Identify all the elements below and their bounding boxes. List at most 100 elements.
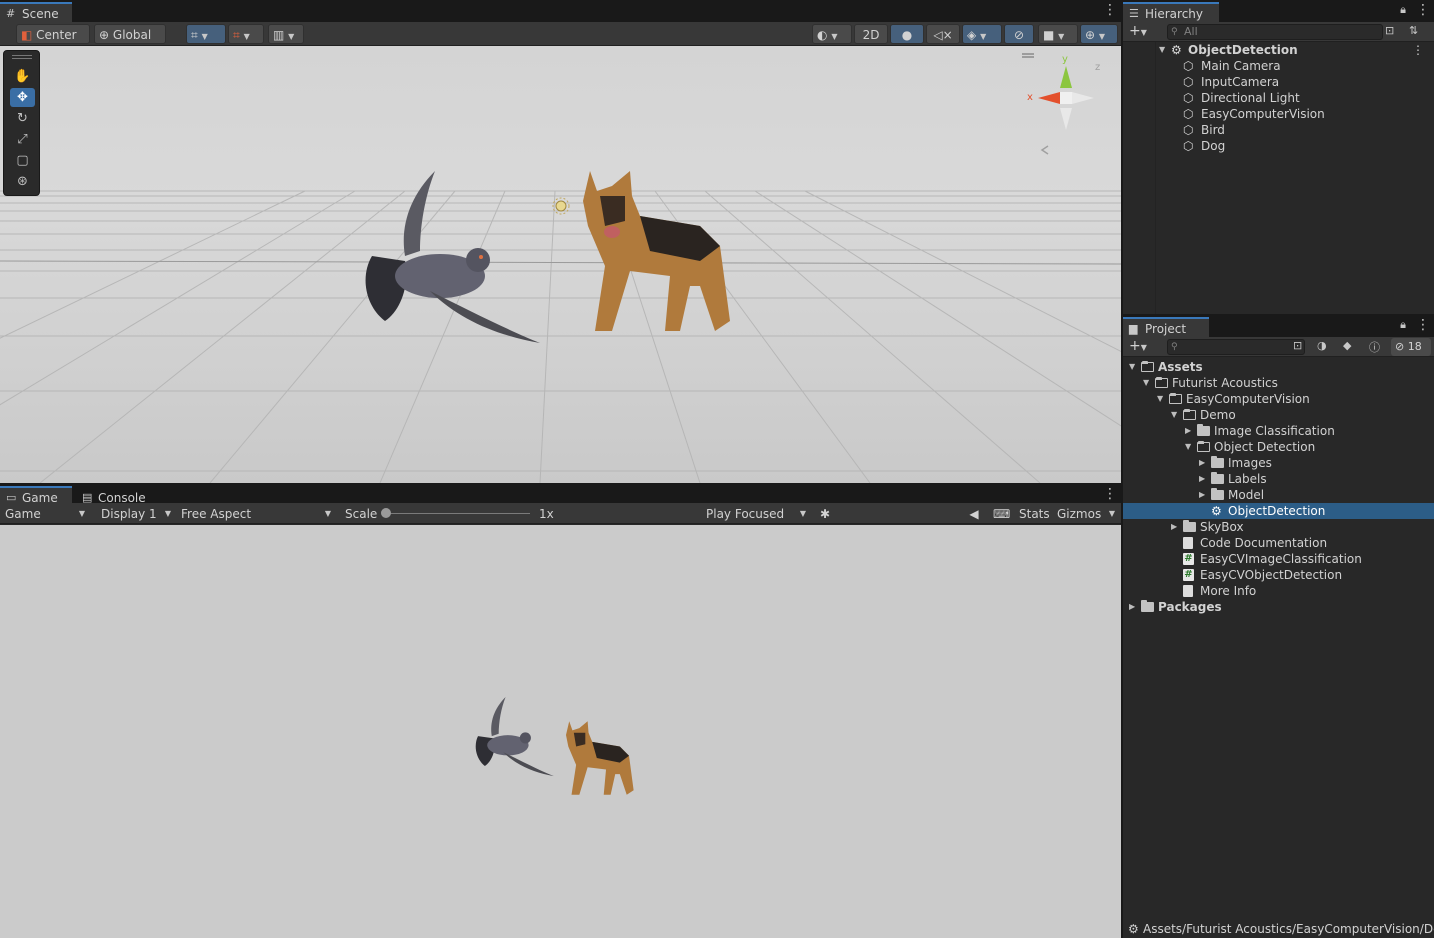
sort-button[interactable]: ⇅	[1409, 24, 1425, 40]
expanded-arrow-icon[interactable]: ▼	[1171, 407, 1181, 423]
project-item[interactable]: # EasyCVObjectDetection	[1123, 567, 1434, 583]
create-add-button[interactable]: +▼	[1129, 23, 1147, 39]
expand-arrow-icon[interactable]: ▼	[1159, 42, 1165, 58]
audio-toggle[interactable]: ◁×	[926, 24, 960, 44]
tab-hierarchy[interactable]: ☰ Hierarchy	[1123, 2, 1219, 22]
project-search-input[interactable]: ⚲	[1167, 339, 1305, 355]
hidden-packages-toggle[interactable]: ⊘ 18	[1391, 338, 1431, 356]
project-item[interactable]: ▶ SkyBox	[1123, 519, 1434, 535]
aspect-dropdown[interactable]: Free Aspect ▼	[176, 503, 336, 523]
project-item[interactable]: # EasyCVImageClassification	[1123, 551, 1434, 567]
gizmos-dropdown[interactable]: ⊕ ▼	[1080, 24, 1118, 44]
search-save-button[interactable]: ⊡	[1293, 339, 1309, 352]
hierarchy-search-input[interactable]: ⚲ All	[1167, 24, 1383, 40]
filter-by-type-button[interactable]: ◑	[1317, 339, 1333, 352]
expanded-arrow-icon[interactable]: ▼	[1129, 359, 1139, 375]
play-mode-label: Play Focused	[706, 507, 785, 521]
hierarchy-item-bird[interactable]: ⬡ Bird	[1123, 122, 1434, 138]
stats-toggle[interactable]: Stats	[1014, 503, 1050, 523]
lock-icon[interactable]: 🔒︎	[1398, 318, 1408, 334]
collapsed-arrow-icon[interactable]: ▶	[1199, 487, 1209, 503]
project-item[interactable]: More Info	[1123, 583, 1434, 599]
search-by-type-button[interactable]: ⊡	[1385, 24, 1401, 40]
tab-project[interactable]: ▆ Project	[1123, 317, 1209, 337]
grid-snap-toggle[interactable]: ⌗ ▼	[186, 24, 226, 44]
snap-icon: ⌗	[233, 28, 240, 42]
grid-visibility-toggle[interactable]: ▥ ▼	[268, 24, 304, 44]
hand-tool[interactable]: ✋	[10, 67, 35, 86]
axis-x-label: x	[1027, 92, 1033, 103]
scene-options-icon[interactable]: ⋮	[1412, 42, 1424, 58]
collapsed-arrow-icon[interactable]: ▶	[1199, 471, 1209, 487]
project-menu-icon[interactable]: ⋮	[1416, 318, 1430, 334]
project-item-label: More Info	[1200, 584, 1257, 598]
project-item[interactable]: ▼ Futurist Acoustics	[1123, 375, 1434, 391]
project-item[interactable]: ▼ Demo	[1123, 407, 1434, 423]
expanded-arrow-icon[interactable]: ▼	[1143, 375, 1153, 391]
collapsed-arrow-icon[interactable]: ▶	[1171, 519, 1181, 535]
project-item[interactable]: ▼ Object Detection	[1123, 439, 1434, 455]
camera-settings-dropdown[interactable]: ■ ▼	[1038, 24, 1078, 44]
project-item[interactable]: ⚙ ObjectDetection	[1123, 503, 1434, 519]
shortcuts-toggle[interactable]: ⌨	[988, 503, 1012, 523]
orientation-gizmo[interactable]: y x z	[1020, 52, 1110, 162]
space-dropdown[interactable]: ⊕ Global ▼	[94, 24, 166, 61]
scale-slider-thumb[interactable]	[381, 508, 391, 518]
tab-scene[interactable]: # Scene	[0, 2, 72, 22]
play-mode-dropdown[interactable]: Play Focused ▼	[701, 503, 811, 523]
hierarchy-item-inputcamera[interactable]: ⬡ InputCamera	[1123, 74, 1434, 90]
expanded-arrow-icon[interactable]: ▼	[1185, 439, 1195, 455]
mute-audio-toggle[interactable]: ◀	[962, 503, 986, 523]
view-select-dropdown[interactable]: Game ▼	[0, 503, 90, 523]
scale-slider-track[interactable]	[384, 513, 530, 514]
hierarchy-divider	[1155, 42, 1156, 314]
pivot-dropdown[interactable]: ◧ Center ▼	[16, 24, 90, 61]
create-asset-button[interactable]: +▼	[1129, 338, 1147, 354]
hidden-objects-toggle[interactable]: ⊘	[1004, 24, 1034, 44]
hierarchy-item-easycomputervision[interactable]: ⬡ EasyComputerVision	[1123, 106, 1434, 122]
scene-menu-icon[interactable]: ⋮	[1103, 3, 1117, 19]
project-item[interactable]: Code Documentation	[1123, 535, 1434, 551]
display-dropdown[interactable]: Display 1 ▼	[96, 503, 176, 523]
move-tool[interactable]: ✥	[10, 88, 35, 107]
collapsed-arrow-icon[interactable]: ▶	[1129, 599, 1139, 615]
gizmos-game-dropdown[interactable]: Gizmos ▼	[1052, 503, 1120, 523]
expanded-arrow-icon[interactable]: ▼	[1157, 391, 1167, 407]
tools-drag-handle[interactable]	[12, 55, 32, 56]
bug-icon: ✱	[819, 507, 831, 521]
mode-2d-toggle[interactable]: 2D	[854, 24, 888, 44]
game-menu-icon[interactable]: ⋮	[1103, 487, 1117, 503]
scale-tool[interactable]: ⤢	[10, 130, 35, 149]
project-item[interactable]: ▼ Assets	[1123, 359, 1434, 375]
filter-by-label-button[interactable]: ◆	[1343, 339, 1359, 352]
project-item[interactable]: ▶ Image Classification	[1123, 423, 1434, 439]
lighting-toggle[interactable]: ●	[890, 24, 924, 44]
rect-tool[interactable]: ▢	[10, 151, 35, 170]
project-item[interactable]: ▶ Images	[1123, 455, 1434, 471]
chevron-down-icon: ▼	[1140, 28, 1147, 37]
hierarchy-item-dog[interactable]: ⬡ Dog	[1123, 138, 1434, 154]
project-item[interactable]: ▶ Model	[1123, 487, 1434, 503]
project-item[interactable]: ▶ Packages	[1123, 599, 1434, 615]
collapsed-arrow-icon[interactable]: ▶	[1199, 455, 1209, 471]
hierarchy-menu-icon[interactable]: ⋮	[1416, 3, 1430, 19]
rotate-tool[interactable]: ↻	[10, 109, 35, 128]
game-viewport[interactable]	[0, 525, 1121, 938]
pivot-icon: ◧	[21, 28, 33, 42]
draw-mode-dropdown[interactable]: ◐ ▼	[812, 24, 852, 44]
filter-by-log-button[interactable]: ⓘ	[1369, 339, 1385, 355]
hierarchy-item-directional-light[interactable]: ⬡ Directional Light	[1123, 90, 1434, 106]
debug-button[interactable]: ✱	[814, 503, 836, 523]
hierarchy-root-row[interactable]: ▼ ⚙ ObjectDetection ⋮	[1123, 42, 1434, 58]
transform-tool[interactable]: ⊛	[10, 172, 35, 191]
rotate-icon: ↻	[17, 111, 28, 126]
project-item[interactable]: ▶ Labels	[1123, 471, 1434, 487]
lock-icon[interactable]: 🔒︎	[1398, 3, 1408, 19]
project-item[interactable]: ▼ EasyComputerVision	[1123, 391, 1434, 407]
increment-snap-toggle[interactable]: ⌗ ▼	[228, 24, 264, 44]
collapsed-arrow-icon[interactable]: ▶	[1185, 423, 1195, 439]
hierarchy-item-main-camera[interactable]: ⬡ Main Camera	[1123, 58, 1434, 74]
scene-viewport[interactable]: y x z	[0, 46, 1121, 483]
plus-icon: +	[1129, 23, 1141, 39]
effects-toggle[interactable]: ◈ ▼	[962, 24, 1002, 44]
